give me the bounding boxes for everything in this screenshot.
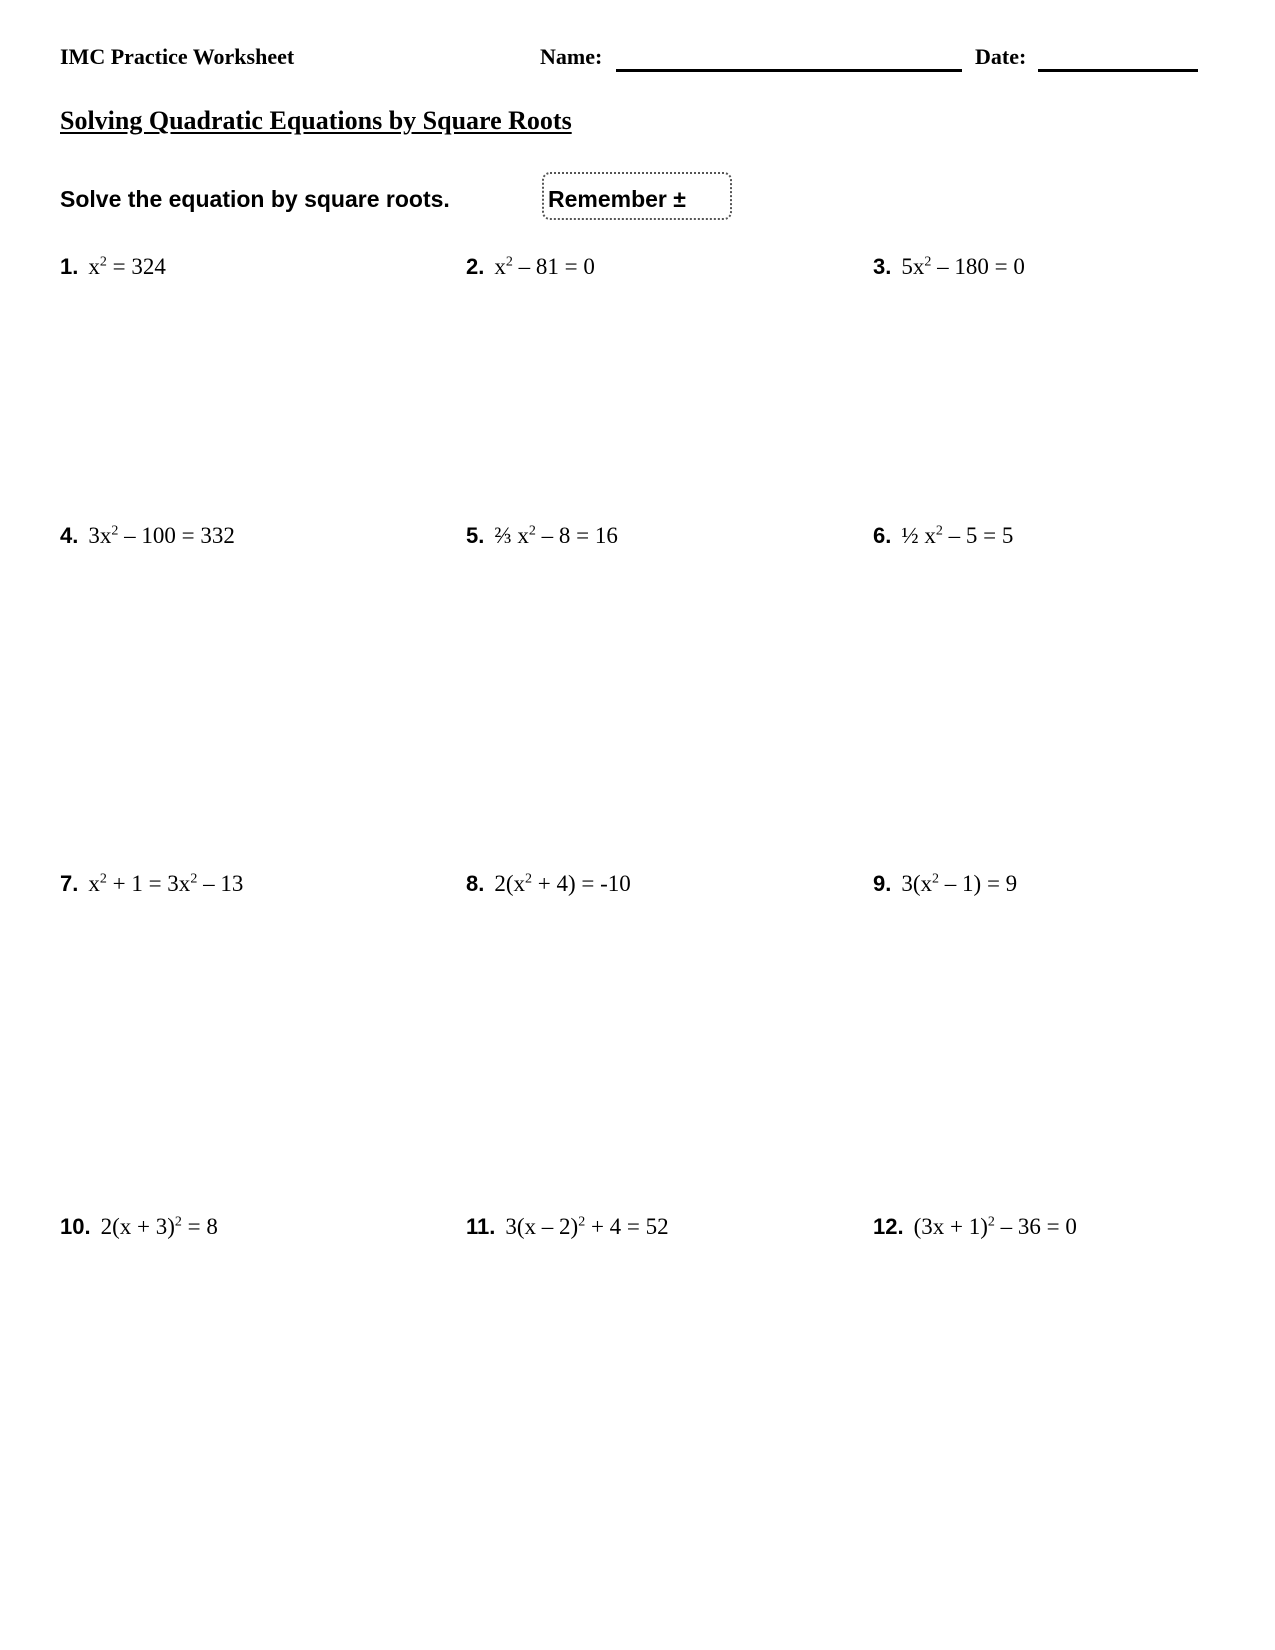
page-title: Solving Quadratic Equations by Square Ro… [60,106,572,135]
problem-equation: x2 – 81 = 0 [494,254,595,279]
name-label: Name: [540,44,603,69]
problem-equation: 2(x2 + 4) = -10 [494,871,631,896]
reminder-text: Remember ± [548,186,686,212]
problem-item: 2. x2 – 81 = 0 [466,254,595,280]
problem-number: 2. [466,254,485,279]
problem-number: 11. [466,1214,496,1239]
problem-number: 5. [466,523,485,548]
instructions: Solve the equation by square roots. [60,186,450,212]
problem-number: 12. [873,1214,904,1239]
problem-equation: ½ x2 – 5 = 5 [901,523,1014,548]
date-field[interactable] [1038,69,1198,72]
problem-equation: 3(x2 – 1) = 9 [901,871,1018,896]
problem-equation: 5x2 – 180 = 0 [901,254,1025,279]
problem-equation: x2 = 324 [88,254,166,279]
worksheet-title: IMC Practice Worksheet [60,44,295,69]
problem-equation: x2 + 1 = 3x2 – 13 [88,871,244,896]
problem-item: 9. 3(x2 – 1) = 9 [873,871,1017,897]
problem-item: 7. x2 + 1 = 3x2 – 13 [60,871,243,897]
problem-number: 3. [873,254,892,279]
date-label: Date: [975,44,1027,69]
problem-item: 10. 2(x + 3)2 = 8 [60,1214,218,1240]
problem-number: 10. [60,1214,91,1239]
problem-number: 6. [873,523,892,548]
problem-number: 4. [60,523,79,548]
problem-item: 6. ½ x2 – 5 = 5 [873,523,1013,549]
problem-number: 7. [60,871,79,896]
problem-item: 4. 3x2 – 100 = 332 [60,523,235,549]
problem-number: 1. [60,254,79,279]
problem-item: 8. 2(x2 + 4) = -10 [466,871,631,897]
problem-item: 11. 3(x – 2)2 + 4 = 52 [466,1214,669,1240]
problem-equation: 3(x – 2)2 + 4 = 52 [505,1214,669,1239]
problem-number: 8. [466,871,485,896]
problem-number: 9. [873,871,892,896]
problem-item: 5. ⅔ x2 – 8 = 16 [466,523,618,549]
problem-item: 12. (3x + 1)2 – 36 = 0 [873,1214,1077,1240]
problem-equation: (3x + 1)2 – 36 = 0 [913,1214,1077,1239]
problem-item: 3. 5x2 – 180 = 0 [873,254,1025,280]
name-field[interactable] [616,69,962,72]
problem-equation: ⅔ x2 – 8 = 16 [494,523,618,548]
problem-equation: 2(x + 3)2 = 8 [100,1214,218,1239]
problem-item: 1. x2 = 324 [60,254,166,280]
problem-equation: 3x2 – 100 = 332 [88,523,235,548]
